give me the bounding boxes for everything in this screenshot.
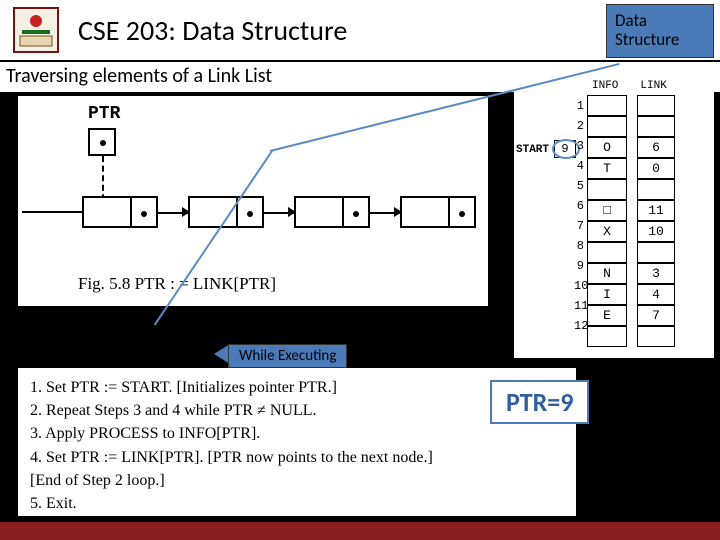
algo-step-2: 2. Repeat Steps 3 and 4 while PTR ≠ NULL… xyxy=(30,399,564,422)
algo-step-end: [End of Step 2 loop.] xyxy=(30,469,564,492)
row-number: 1 xyxy=(574,99,584,113)
arrow-icon xyxy=(394,207,402,217)
table-row: T0 xyxy=(588,159,675,180)
link-cell: 10 xyxy=(637,221,675,242)
link-cell: 11 xyxy=(637,200,675,221)
footer-bar xyxy=(0,522,720,540)
algo-step-5: 5. Exit. xyxy=(30,492,564,515)
row-number: 3 xyxy=(574,139,584,153)
figure-memory-table: INFO LINK START 9 O6T0□11X10N3I4E7 12345… xyxy=(514,78,714,358)
university-logo xyxy=(8,2,64,58)
info-cell: X xyxy=(587,221,627,242)
entry-line xyxy=(22,211,84,213)
row-number: 5 xyxy=(574,179,584,193)
link-cell xyxy=(637,179,675,200)
table-row xyxy=(588,117,675,138)
arrow-icon xyxy=(182,207,190,217)
info-cell xyxy=(587,242,627,263)
info-cell: E xyxy=(587,305,627,326)
link-cell xyxy=(637,326,675,347)
info-cell xyxy=(587,95,627,116)
table-row: □ 11 xyxy=(588,201,675,222)
row-number: 9 xyxy=(574,259,584,273)
info-cell xyxy=(587,326,627,347)
link-cell: 0 xyxy=(637,158,675,179)
info-cell: N xyxy=(587,263,627,284)
table-row: N3 xyxy=(588,264,675,285)
list-node xyxy=(400,196,476,228)
table-headers: INFO LINK xyxy=(592,80,667,92)
info-cell: □ xyxy=(587,200,627,221)
table-row: E7 xyxy=(588,306,675,327)
table-row: I4 xyxy=(588,285,675,306)
info-cell xyxy=(587,179,627,200)
ptr-dot xyxy=(100,140,106,146)
list-node xyxy=(188,196,264,228)
info-cell: O xyxy=(587,137,627,158)
col-link: LINK xyxy=(640,80,666,92)
info-cell: T xyxy=(587,158,627,179)
table-row xyxy=(588,180,675,201)
row-number: 10 xyxy=(574,279,584,293)
algo-step-4: 4. Set PTR := LINK[PTR]. [PTR now points… xyxy=(30,446,564,469)
row-number: 4 xyxy=(574,159,584,173)
badge-line-2: Structure xyxy=(615,31,705,50)
info-cell xyxy=(587,116,627,137)
col-info: INFO xyxy=(592,80,618,92)
row-number: 7 xyxy=(574,219,584,233)
row-number: 11 xyxy=(574,299,584,313)
memory-table: O6T0 □ 11 X 10 N3I4E7 xyxy=(588,96,675,348)
link-cell xyxy=(637,242,675,263)
link-cell xyxy=(637,116,675,137)
header-bar: CSE 203: Data Structure Data Structure xyxy=(0,0,720,62)
list-node xyxy=(82,196,158,228)
link-cell: 4 xyxy=(637,284,675,305)
table-row xyxy=(588,243,675,264)
row-number: 6 xyxy=(574,199,584,213)
start-label: START xyxy=(516,144,549,156)
table-row: X 10 xyxy=(588,222,675,243)
table-row xyxy=(588,96,675,117)
info-cell: I xyxy=(587,284,627,305)
link-cell: 3 xyxy=(637,263,675,284)
page-title: CSE 203: Data Structure xyxy=(78,13,347,48)
link-cell xyxy=(637,95,675,116)
ptr-label: PTR xyxy=(88,104,120,124)
table-row: O6 xyxy=(588,138,675,159)
while-executing-badge: While Executing xyxy=(228,344,347,368)
row-number: 8 xyxy=(574,239,584,253)
topic-badge: Data Structure xyxy=(606,4,714,58)
figure-linked-list: PTR Fig. 5.8 PTR : = LINK[PTR] xyxy=(18,96,488,306)
algo-step-1: 1. Set PTR := START. [Initializes pointe… xyxy=(30,376,564,399)
row-number: 2 xyxy=(574,119,584,133)
arrow-icon xyxy=(288,207,296,217)
link-cell: 7 xyxy=(637,305,675,326)
row-number: 12 xyxy=(574,319,584,333)
list-node xyxy=(294,196,370,228)
link-cell: 6 xyxy=(637,137,675,158)
table-row xyxy=(588,327,675,348)
ptr-value-badge: PTR=9 xyxy=(490,380,589,424)
algo-step-3: 3. Apply PROCESS to INFO[PTR]. xyxy=(30,422,564,445)
